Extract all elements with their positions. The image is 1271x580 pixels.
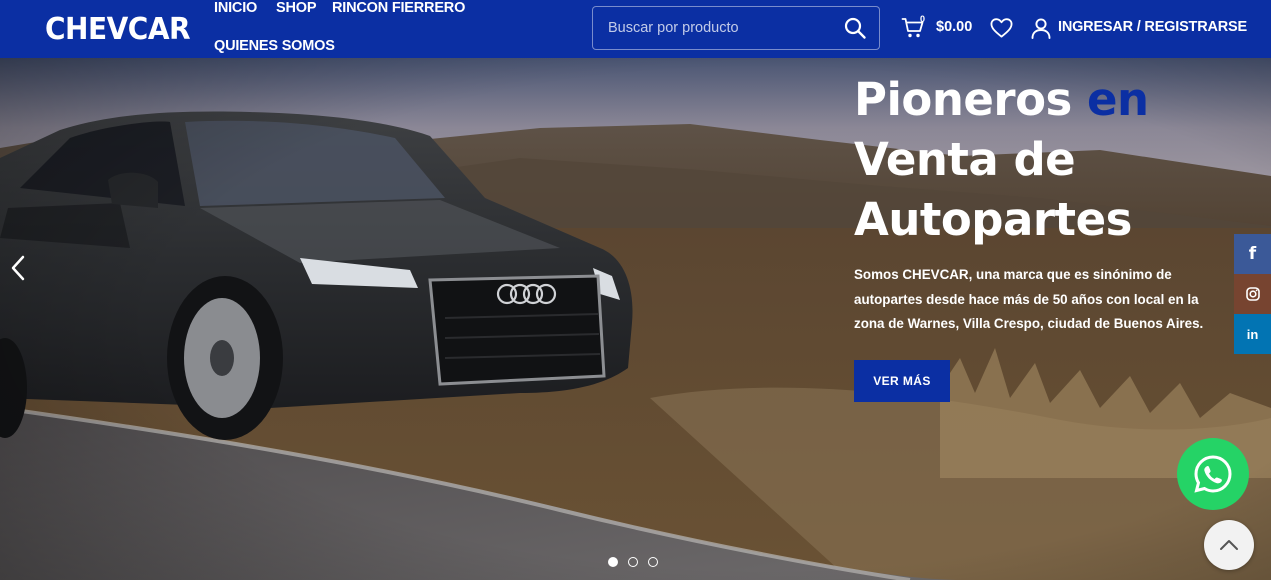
search-box <box>592 6 880 50</box>
hero-title-line-2: Venta de <box>854 133 1076 186</box>
user-icon[interactable] <box>1030 17 1052 39</box>
search-icon[interactable] <box>843 16 867 40</box>
slider-dot-3[interactable] <box>648 557 658 567</box>
nav-item-shop[interactable]: SHOP <box>276 0 316 16</box>
hero-title-word: Pioneros <box>854 73 1072 126</box>
nav-item-quienes-somos[interactable]: QUIENES SOMOS <box>214 38 335 54</box>
slider-prev-arrow-icon[interactable] <box>8 254 28 282</box>
slider-pagination <box>608 557 658 567</box>
hero-title-line-3: Autopartes <box>854 193 1132 246</box>
site-logo[interactable]: CHEVCAR <box>45 11 191 47</box>
login-register-link[interactable]: INGRESAR / REGISTRARSE <box>1058 19 1247 35</box>
instagram-icon[interactable] <box>1234 274 1271 314</box>
nav-item-rincon-fierrero[interactable]: RINCON FIERRERO <box>332 0 465 16</box>
slider-dot-2[interactable] <box>628 557 638 567</box>
hero-description: Somos CHEVCAR, una marca que es sinónimo… <box>854 267 1204 331</box>
whatsapp-button[interactable] <box>1177 438 1249 510</box>
hero-title-accent: en <box>1086 73 1149 126</box>
ver-mas-button[interactable]: VER MÁS <box>854 360 950 402</box>
instagram-glyph-icon <box>1245 287 1260 301</box>
hero-slider: Pioneros en Venta de Autopartes Somos CH… <box>0 58 1271 580</box>
chevron-up-icon <box>1220 540 1238 550</box>
whatsapp-icon <box>1194 455 1232 493</box>
cart-count-badge: 0 <box>920 14 926 24</box>
site-header: CHEVCAR INICIO SHOP RINCON FIERRERO QUIE… <box>0 0 1271 58</box>
facebook-icon[interactable]: f <box>1234 234 1271 274</box>
cart-total[interactable]: $0.00 <box>936 19 972 35</box>
slider-dot-1[interactable] <box>608 557 618 567</box>
linkedin-icon[interactable]: in <box>1234 314 1271 354</box>
search-input[interactable] <box>593 7 833 48</box>
scroll-to-top-button[interactable] <box>1204 520 1254 570</box>
nav-item-inicio[interactable]: INICIO <box>214 0 257 16</box>
hero-title: Pioneros en Venta de Autopartes <box>854 70 1234 250</box>
wishlist-heart-icon[interactable] <box>990 17 1013 39</box>
